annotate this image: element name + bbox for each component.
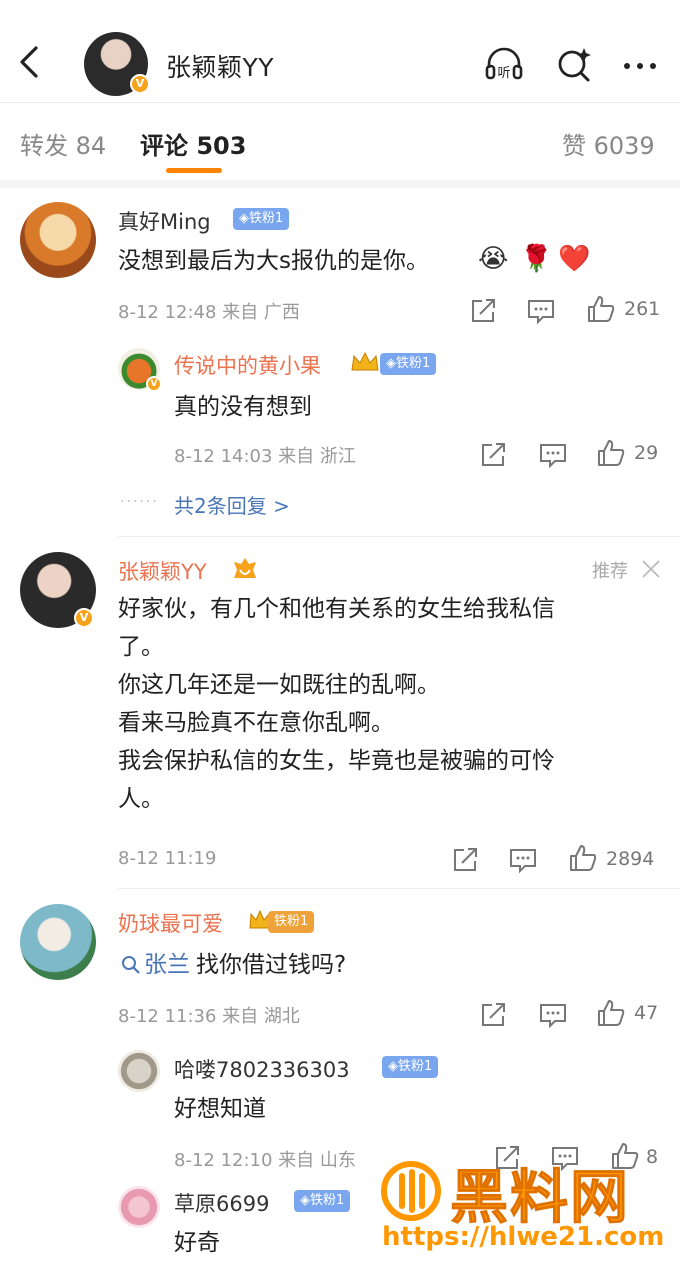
watermark-url: https://hlwe21.com (382, 1222, 665, 1252)
reply-text: 真的没有想到 (174, 394, 312, 420)
reply-comment-icon[interactable] (526, 296, 556, 326)
reply-text: 好想知道 (174, 1096, 266, 1122)
reply-text: 好奇 (174, 1230, 220, 1256)
heart-emoji-icon: ❤️ (558, 244, 591, 274)
comment-text-line: 看来马脸真不在意你乱啊。 (118, 710, 394, 736)
comment-divider (118, 888, 680, 889)
more-options-icon[interactable] (620, 44, 660, 84)
reply-username[interactable]: 哈喽7802336303 (174, 1054, 350, 1084)
tab-like[interactable]: 赞 6039 (562, 126, 655, 161)
watermark-logo-icon (381, 1161, 441, 1221)
share-icon[interactable] (468, 296, 498, 326)
comment-divider (118, 536, 680, 537)
reply-comment-icon[interactable] (508, 845, 538, 875)
share-icon[interactable] (478, 440, 508, 470)
reply-username[interactable]: 草原6699 (174, 1188, 269, 1218)
active-tab-indicator (166, 168, 222, 173)
comment-meta: 8-12 12:48 来自 广西 (118, 302, 300, 323)
fan-badge: ◈铁粉1 (382, 1056, 439, 1078)
more-replies-link[interactable]: 共2条回复 > (174, 490, 290, 519)
reply-meta: 8-12 14:03 来自 浙江 (174, 446, 356, 467)
ellipsis-dots: ······ (120, 494, 159, 510)
reply-comment-icon[interactable] (538, 440, 568, 470)
search-icon (122, 956, 140, 974)
tabs-divider (0, 180, 680, 188)
avatar[interactable] (118, 1050, 160, 1092)
top-bar: V 张颖颖YY 听 (0, 0, 680, 100)
fan-badge: ◈铁粉1 (233, 208, 290, 230)
tab-comment[interactable]: 评论 503 (140, 126, 246, 161)
avatar[interactable] (118, 1186, 160, 1228)
comment-username[interactable]: 真好Ming (118, 206, 211, 236)
share-icon[interactable] (478, 1000, 508, 1030)
like-count: 47 (634, 1002, 659, 1024)
reply-username[interactable]: 传说中的黄小果 (174, 350, 321, 380)
crying-emoji-icon: 😭 (478, 244, 509, 274)
headphones-listen-icon[interactable]: 听 (484, 44, 524, 84)
comment-meta: 8-12 11:19 (118, 848, 217, 869)
comment-username[interactable]: 张颖颖YY (118, 556, 207, 586)
header-divider (0, 102, 680, 103)
comment-text: 找你借过钱吗? (196, 952, 347, 978)
comment-text-line: 我会保护私信的女生，毕竟也是被骗的可怜 (118, 748, 555, 774)
verified-v-icon: V (74, 608, 94, 628)
fan-badge: ◈铁粉1 (294, 1190, 351, 1212)
comment-text-line: 你这几年还是一如既往的乱啊。 (118, 672, 440, 698)
like-thumb-icon[interactable] (568, 843, 598, 873)
close-icon[interactable] (640, 558, 662, 580)
mention-link[interactable]: 张兰 (144, 946, 190, 984)
back-arrow-icon[interactable] (14, 42, 44, 82)
tab-repost[interactable]: 转发 84 (20, 126, 106, 161)
comment-meta: 8-12 11:36 来自 湖北 (118, 1006, 300, 1027)
page-title: 张颖颖YY (166, 53, 275, 82)
comment-username[interactable]: 奶球最可爱 (118, 908, 223, 938)
watermark: 黑料网 https://hlwe21.com (380, 1150, 670, 1260)
listen-label: 听 (497, 66, 510, 81)
crown-icon (351, 351, 379, 371)
share-icon[interactable] (450, 845, 480, 875)
verified-v-icon: V (130, 74, 150, 94)
like-count: 2894 (606, 848, 655, 870)
like-thumb-icon[interactable] (586, 294, 616, 324)
avatar[interactable] (20, 904, 96, 980)
reply-meta: 8-12 12:10 来自 山东 (174, 1150, 356, 1171)
comment-text-line: 了。 (118, 634, 164, 660)
avatar[interactable] (20, 202, 96, 278)
fan-badge: ◈铁粉1 (380, 353, 437, 375)
like-count: 261 (624, 298, 661, 320)
like-count: 29 (634, 442, 659, 464)
like-thumb-icon[interactable] (596, 438, 626, 468)
recommend-label: 推荐 (592, 561, 628, 582)
like-thumb-icon[interactable] (596, 998, 626, 1028)
rose-emoji-icon: 🌹 (520, 244, 553, 274)
gold-fan-badge-icon (234, 558, 256, 578)
fan-badge: 铁粉1 (268, 911, 315, 933)
verified-v-icon: V (146, 376, 162, 392)
search-sparkle-icon[interactable] (554, 44, 594, 84)
comment-text: 没想到最后为大s报仇的是你。 (118, 248, 429, 274)
comment-text-line: 人。 (118, 786, 164, 812)
comment-text-line: 好家伙，有几个和他有关系的女生给我私信 (118, 596, 555, 622)
reply-comment-icon[interactable] (538, 1000, 568, 1030)
